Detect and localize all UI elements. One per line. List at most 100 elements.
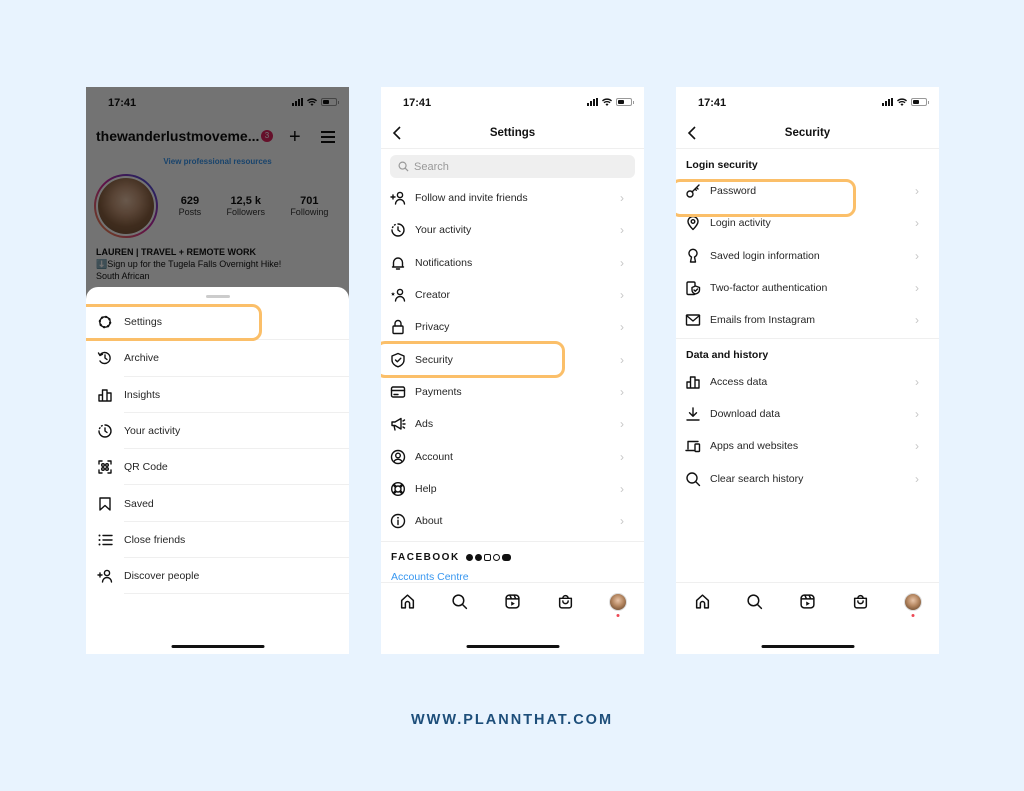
stat-followers[interactable]: 12,5 k Followers [226,195,265,217]
settings-item-help[interactable]: Help › [381,473,644,505]
menu-item-your-activity[interactable]: Your activity [86,413,349,450]
security-item-saved-login-information[interactable]: Saved login information › [676,240,939,272]
menu-item-saved[interactable]: Saved [86,485,349,523]
settings-item-account[interactable]: Account › [381,440,644,472]
settings-item-privacy[interactable]: Privacy › [381,311,644,343]
menu-item-label: QR Code [124,461,168,474]
stat-following[interactable]: 701 Following [290,195,328,217]
chevron-right-icon: › [915,406,919,421]
stat-label: Followers [226,207,265,217]
status-icons [587,98,634,106]
tab-reels[interactable] [797,592,817,612]
close-friends-icon [98,534,113,546]
info-icon [390,513,406,529]
signal-icon [292,98,303,106]
security-item-download-data[interactable]: Download data › [676,398,939,430]
tab-shop[interactable] [850,592,870,612]
avatar[interactable] [94,174,158,238]
insights-icon [686,375,700,389]
tab-search[interactable] [450,592,470,612]
tab-home[interactable] [692,592,712,612]
download-icon [686,407,700,421]
tab-shop[interactable] [555,592,575,612]
account-icon [390,449,406,464]
security-item-label: Saved login information [710,249,820,262]
settings-item-label: Your activity [415,224,472,237]
tab-reels[interactable] [502,592,522,612]
chevron-right-icon: › [620,320,624,335]
menu-item-archive[interactable]: Archive [86,340,349,377]
chevron-right-icon: › [915,374,919,389]
page-title: Settings [489,127,536,139]
bookmark-icon [99,496,111,511]
settings-item-your-activity[interactable]: Your activity › [381,214,644,246]
tab-home[interactable] [397,592,417,612]
settings-item-security[interactable]: Security › [381,343,644,375]
profile-avatar-icon [903,592,922,611]
status-bar: 17:41 [86,87,349,121]
menu-item-settings[interactable]: Settings [86,304,349,341]
settings-item-icon [381,481,415,497]
security-item-icon [676,280,710,296]
security-item-clear-search-history[interactable]: Clear search history › [676,462,939,494]
hamburger-menu-icon[interactable] [321,131,335,143]
settings-item-label: Help [415,482,437,495]
facebook-icon [465,554,473,562]
menu-item-label: Your activity [124,425,181,438]
phone-security: 17:41 Security Login security Password › Lo… [676,87,939,654]
security-item-two-factor-authentication[interactable]: Two-factor authentication › [676,272,939,304]
tab-profile[interactable] [903,592,923,617]
tab-search[interactable] [745,592,765,612]
notification-badge: 3 [261,130,273,142]
chevron-right-icon: › [620,384,624,399]
tab-profile[interactable] [608,592,628,617]
back-chevron-icon[interactable] [686,125,700,141]
menu-item-close-friends[interactable]: Close friends [86,522,349,559]
sheet-menu-list: Settings Archive Insights Your activity QR C… [86,304,349,595]
notification-dot [616,613,620,617]
security-item-login-activity[interactable]: Login activity › [676,207,939,239]
menu-item-qr-code[interactable]: QR Code [86,449,349,486]
security-item-apps-and-websites[interactable]: Apps and websites › [676,430,939,462]
menu-item-insights[interactable]: Insights [86,377,349,414]
profile-username[interactable]: thewanderlustmoveme... [96,128,259,144]
section-heading: Login security [686,159,758,171]
menu-item-icon [86,496,124,512]
search-input[interactable]: Search [390,155,635,178]
settings-item-about[interactable]: About › [381,505,644,537]
menu-item-discover-people[interactable]: Discover people [86,558,349,595]
menu-item-label: Archive [124,352,160,365]
security-item-access-data[interactable]: Access data › [676,365,939,397]
security-item-label: Clear search history [710,472,804,485]
back-chevron-icon[interactable] [391,125,405,141]
shop-icon [853,594,867,609]
sheet-drag-handle[interactable] [205,295,230,298]
settings-item-notifications[interactable]: Notifications › [381,247,644,279]
chevron-right-icon: › [620,417,624,432]
settings-item-payments[interactable]: Payments › [381,376,644,408]
home-icon [400,594,414,609]
footer-url[interactable]: WWW.PLANNTHAT.COM [0,712,1024,728]
profile-bio: LAUREN | TRAVEL + REMOTE WORK ⬇️Sign up … [86,238,349,282]
settings-item-ads[interactable]: Ads › [381,408,644,440]
settings-item-creator[interactable]: Creator › [381,279,644,311]
stat-posts[interactable]: 629 Posts [179,195,202,217]
security-item-password[interactable]: Password › [676,175,939,207]
reels-icon [505,594,520,609]
professional-resources-link[interactable]: View professional resources [86,157,349,166]
settings-item-icon [381,352,415,368]
bio-name: LAUREN | TRAVEL + REMOTE WORK [96,247,256,257]
stat-value: 12,5 k [230,195,262,207]
settings-gear-icon [98,315,112,329]
settings-item-follow-and-invite-friends[interactable]: Follow and invite friends › [381,182,644,214]
wifi-icon [602,98,612,106]
menu-item-icon [86,350,124,366]
create-plus-icon[interactable]: + [289,126,301,149]
shield-icon [391,352,405,368]
profile-row: 629 Posts 12,5 k Followers 701 Following [86,174,349,238]
chevron-right-icon: › [620,352,624,367]
bottom-tab-bar [676,582,939,620]
security-item-emails-from-instagram[interactable]: Emails from Instagram › [676,304,939,336]
messenger-icon [474,554,482,562]
facebook-label: FACEBOOK [391,552,460,564]
